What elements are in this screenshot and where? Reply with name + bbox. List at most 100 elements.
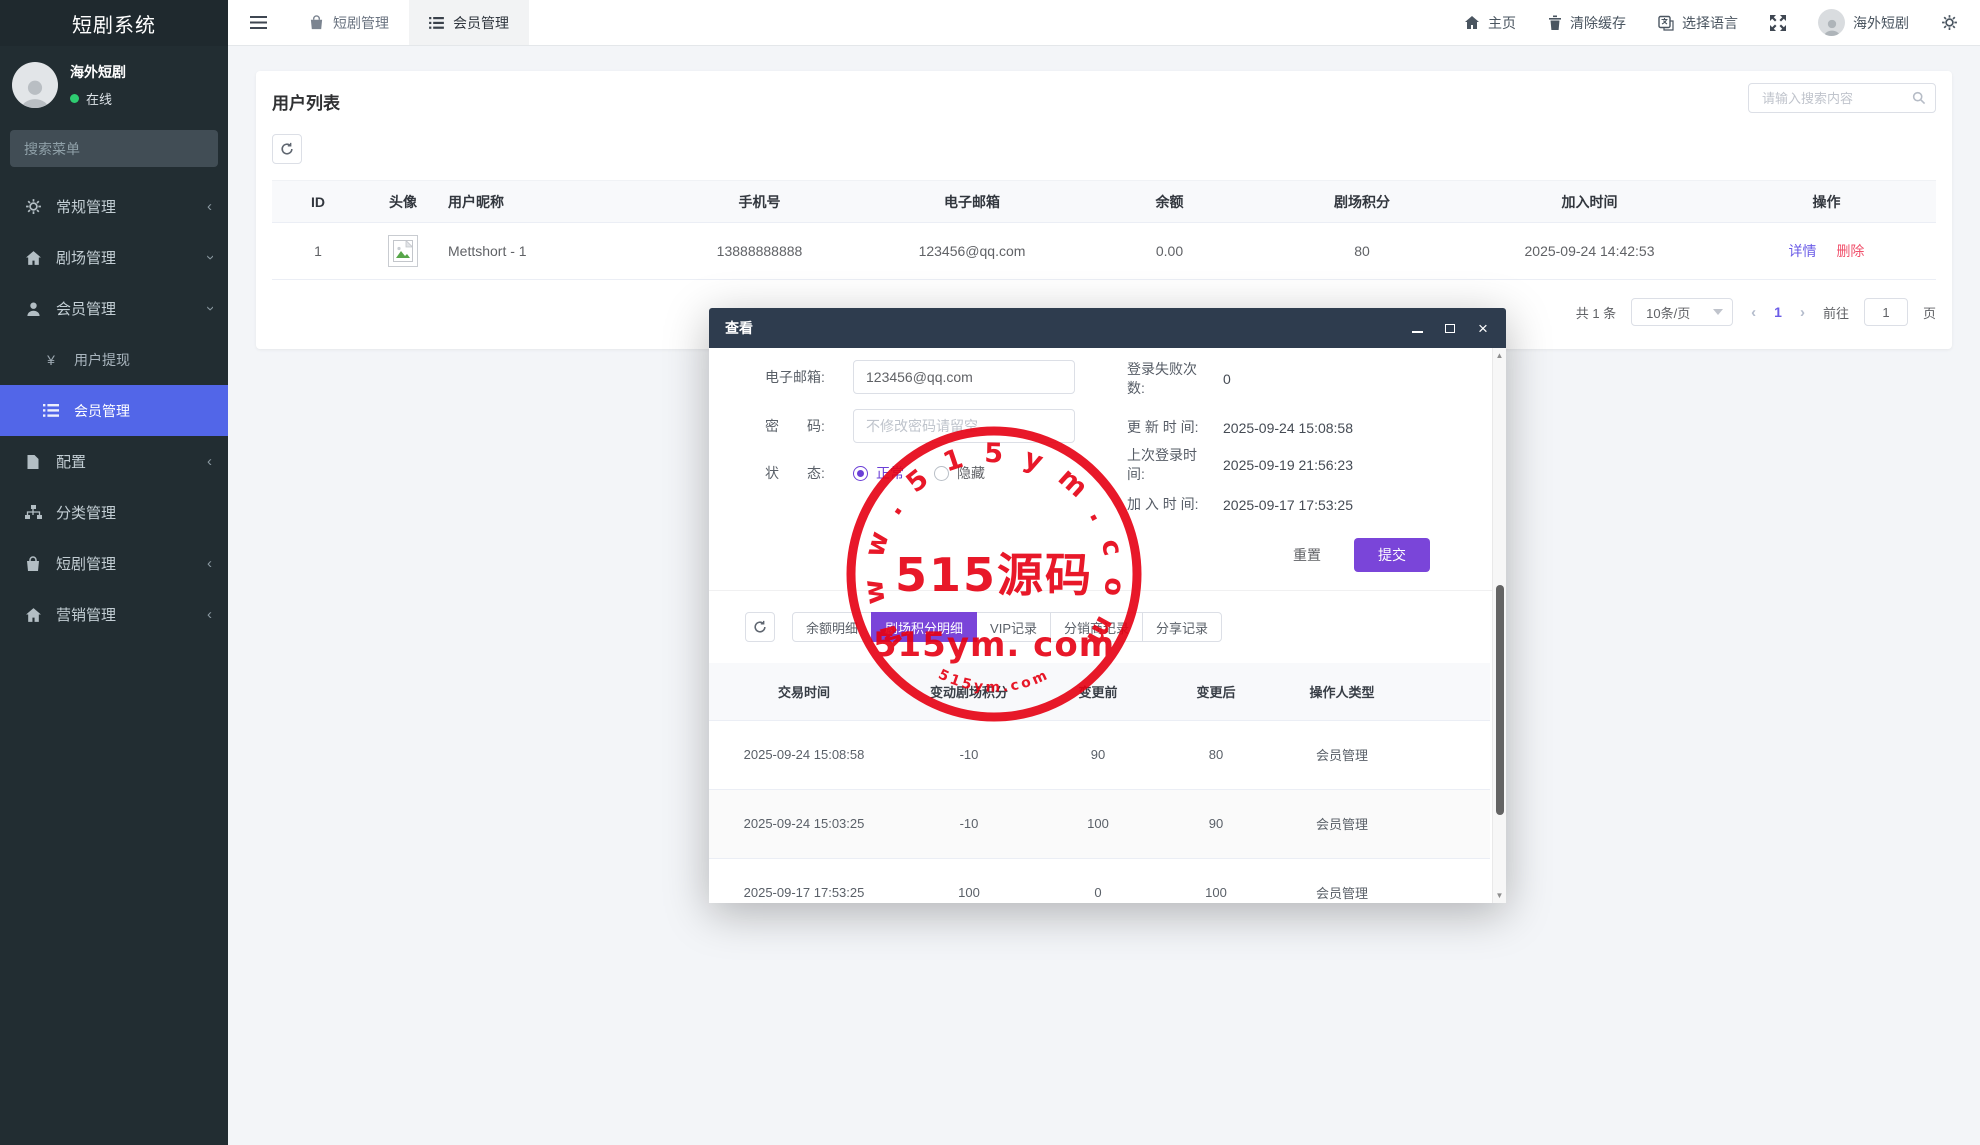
- status-normal-radio[interactable]: 正常: [853, 463, 904, 483]
- delete-link[interactable]: 删除: [1836, 243, 1864, 259]
- page-size-select[interactable]: 10条/页: [1631, 298, 1734, 326]
- login-fail-label: 登录失败次数:: [1127, 361, 1197, 396]
- sidebar-item-category-management[interactable]: 分类管理: [0, 487, 228, 538]
- table-search-input[interactable]: [1760, 89, 1912, 107]
- username-label: 海外短剧: [1853, 14, 1909, 31]
- clear-cache-button[interactable]: 清除缓存: [1548, 13, 1626, 33]
- language-icon: [1658, 15, 1674, 31]
- fullscreen-button[interactable]: [1770, 14, 1786, 31]
- tab-vip-records[interactable]: VIP记录: [976, 612, 1051, 642]
- sidebar-item-label: 会员管理: [56, 301, 117, 318]
- tab-share-records[interactable]: 分享记录: [1142, 612, 1223, 642]
- sidebar-item-user-withdraw[interactable]: ¥ 用户提现: [0, 334, 228, 385]
- home-icon: [22, 607, 44, 623]
- sidebar-item-label: 短剧管理: [56, 556, 117, 573]
- join-time-value: 2025-09-17 17:53:25: [1223, 496, 1353, 513]
- home-label: 主页: [1488, 14, 1516, 31]
- password-field[interactable]: [853, 409, 1075, 443]
- email-label: 电子邮箱:: [765, 369, 825, 385]
- join-time-label: 加 入 时 间:: [1127, 496, 1199, 512]
- next-page-button[interactable]: ›: [1797, 304, 1808, 321]
- detail-link[interactable]: 详情: [1789, 243, 1817, 259]
- tab-balance-detail[interactable]: 余额明细: [792, 612, 873, 642]
- reset-button[interactable]: 重置: [1287, 544, 1327, 566]
- col-before-change: 变更前: [1039, 663, 1157, 721]
- restore-icon[interactable]: [1443, 321, 1457, 335]
- col-points: 剧场积分: [1262, 180, 1462, 223]
- table-row: 2025-09-24 15:03:25 -10 100 90 会员管理: [709, 789, 1490, 859]
- email-field[interactable]: [853, 360, 1075, 394]
- sidebar-user-panel: 海外短剧 在线: [0, 46, 228, 122]
- col-empty: [1409, 663, 1490, 721]
- sidebar-item-member-management[interactable]: 会员管理 ‹: [0, 283, 228, 334]
- cell-points-change: -10: [899, 720, 1039, 790]
- broken-image-icon: [388, 235, 418, 267]
- table-search: [1748, 83, 1936, 113]
- refresh-button[interactable]: [745, 612, 775, 642]
- minimize-icon[interactable]: [1410, 321, 1424, 335]
- sidebar-item-theater-management[interactable]: 剧场管理 ‹: [0, 232, 228, 283]
- sidebar-search-input[interactable]: [22, 139, 207, 158]
- refresh-button[interactable]: [272, 134, 302, 164]
- current-page[interactable]: 1: [1774, 304, 1782, 320]
- col-balance: 余额: [1077, 180, 1262, 223]
- modal-scrollbar[interactable]: ▲ ▼: [1492, 348, 1506, 903]
- last-login-label: 上次登录时间:: [1127, 447, 1197, 482]
- table-row: 2025-09-17 17:53:25 100 0 100 会员管理: [709, 858, 1490, 903]
- prev-page-button[interactable]: ‹: [1748, 304, 1759, 321]
- tab-member-management[interactable]: 会员管理: [409, 0, 529, 45]
- sidebar-item-label: 会员管理: [74, 402, 130, 419]
- sidebar-item-member-management-sub[interactable]: 会员管理: [0, 385, 228, 436]
- scroll-up-icon[interactable]: ▲: [1493, 351, 1506, 360]
- scrollbar-thumb[interactable]: [1496, 585, 1504, 815]
- top-navbar: 短剧管理 会员管理 主页 清除缓存 选择语言 海外短剧: [228, 0, 1980, 46]
- cell-before-change: 100: [1039, 789, 1157, 859]
- col-operator-type: 操作人类型: [1275, 663, 1409, 721]
- sidebar-item-general-management[interactable]: 常规管理 ‹: [0, 181, 228, 232]
- tab-theater-points-detail[interactable]: 剧场积分明细: [871, 612, 978, 642]
- cell-avatar: [364, 222, 442, 280]
- sidebar-item-config[interactable]: 配置 ‹: [0, 436, 228, 487]
- modal-header[interactable]: 查看 ×: [709, 308, 1506, 348]
- language-select-button[interactable]: 选择语言: [1658, 13, 1738, 33]
- sidebar-item-drama-management[interactable]: 短剧管理 ‹: [0, 538, 228, 589]
- chevron-left-icon: ‹: [207, 198, 212, 215]
- tab-label: 会员管理: [453, 14, 509, 31]
- home-icon: [22, 250, 44, 266]
- cell-before-change: 0: [1039, 858, 1157, 903]
- col-points-change: 变动剧场积分: [899, 663, 1039, 721]
- clear-cache-label: 清除缓存: [1570, 14, 1626, 31]
- radio-unchecked-icon: [934, 465, 949, 481]
- form-divider: [709, 590, 1492, 591]
- sidebar-item-marketing-management[interactable]: 营销管理 ‹: [0, 589, 228, 640]
- last-login-value: 2025-09-19 21:56:23: [1223, 457, 1353, 473]
- cell-after-change: 80: [1157, 720, 1275, 790]
- tab-drama-management[interactable]: 短剧管理: [289, 0, 409, 45]
- col-actions: 操作: [1717, 180, 1936, 223]
- home-button[interactable]: 主页: [1464, 13, 1516, 33]
- scroll-down-icon[interactable]: ▼: [1493, 891, 1506, 900]
- chevron-down-icon: [1713, 309, 1724, 315]
- cell-phone: 13888888888: [652, 222, 867, 280]
- settings-button[interactable]: [1941, 14, 1958, 31]
- cell-points: 80: [1262, 222, 1462, 280]
- status-hidden-radio[interactable]: 隐藏: [934, 463, 985, 483]
- col-id: ID: [272, 180, 364, 223]
- user-menu[interactable]: 海外短剧: [1818, 9, 1909, 36]
- tab-distributor-records[interactable]: 分销商记录: [1050, 612, 1144, 642]
- online-status-label: 在线: [86, 92, 113, 107]
- update-time-label: 更 新 时 间:: [1127, 419, 1199, 435]
- update-time-row: 更 新 时 间: 2025-09-24 15:08:58: [1127, 418, 1353, 437]
- language-label: 选择语言: [1682, 14, 1738, 31]
- status-normal-label: 正常: [876, 465, 904, 481]
- sidebar-toggle-button[interactable]: [228, 0, 289, 45]
- submit-button[interactable]: 提交: [1354, 538, 1430, 572]
- search-icon[interactable]: [1912, 91, 1926, 105]
- cell-points-change: 100: [899, 858, 1039, 903]
- close-icon[interactable]: ×: [1476, 320, 1490, 337]
- status-field-row: 状 态: 正常 隐藏: [765, 463, 1015, 483]
- gears-icon: [22, 198, 44, 215]
- record-tab-group: 余额明细 剧场积分明细 VIP记录 分销商记录 分享记录: [792, 612, 1223, 642]
- goto-page-input[interactable]: [1863, 298, 1908, 326]
- avatar: [1818, 9, 1845, 36]
